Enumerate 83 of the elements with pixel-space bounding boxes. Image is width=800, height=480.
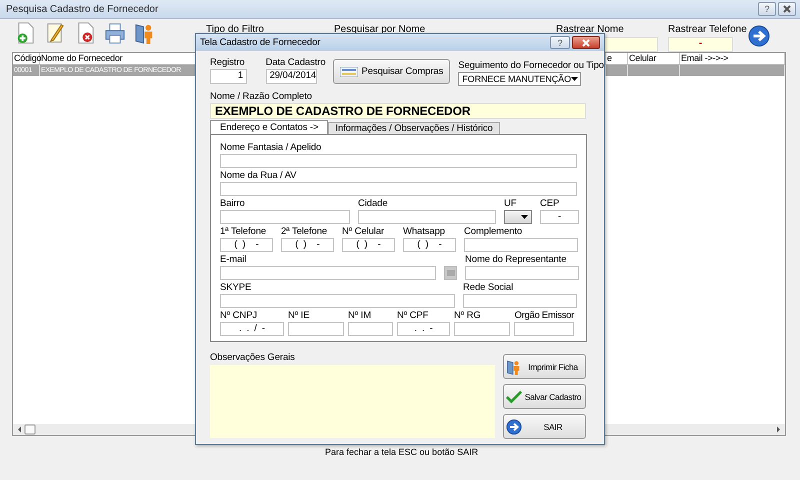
input-field[interactable]	[463, 294, 577, 308]
filter-label: Rastrear Nome	[556, 24, 625, 35]
field-label: Rede Social	[463, 282, 514, 294]
field-label: E-mail	[220, 254, 248, 266]
name-field[interactable]: EXEMPLO DE CADASTRO DE FORNECEDOR	[210, 103, 586, 119]
field-label: Cidade	[358, 198, 389, 210]
column-header[interactable]: e	[606, 53, 628, 64]
field-label: Nº CNPJ	[220, 310, 258, 322]
field-label: CEP	[540, 198, 560, 210]
save-button[interactable]: Salvar Cadastro	[503, 384, 586, 409]
field-label: Bairro	[220, 198, 246, 210]
state-dropdown[interactable]	[504, 210, 532, 224]
field-label: Whatsapp	[403, 226, 446, 238]
check-icon	[506, 388, 522, 404]
column-header[interactable]: Email ->->->	[680, 53, 785, 64]
card-icon	[340, 66, 358, 76]
printer-icon[interactable]	[104, 22, 126, 44]
close-icon[interactable]	[580, 38, 592, 48]
input-field[interactable]	[358, 210, 496, 224]
field-label: Orgão Emissor	[514, 310, 574, 322]
input-field[interactable]: -	[540, 210, 579, 224]
column-header[interactable]: Celular	[628, 53, 680, 64]
column-header[interactable]: Código	[13, 53, 40, 64]
exit-button[interactable]: SAIR	[503, 414, 586, 439]
search-purchases-button[interactable]: Pesquisar Compras	[332, 59, 450, 84]
field-label: Registro	[210, 57, 245, 68]
field-label: 1ª Telefone	[220, 226, 268, 238]
field-label: Data Cadastro	[266, 57, 326, 68]
field-label: UF	[504, 198, 518, 210]
window-title: Pesquisa Cadastro de Fornecedor	[6, 4, 160, 14]
input-field[interactable]	[454, 322, 510, 336]
input-field[interactable]	[220, 294, 455, 308]
close-button[interactable]	[778, 2, 796, 16]
input-field[interactable]: . . -	[397, 322, 450, 336]
input-field[interactable]	[514, 322, 574, 336]
dropdown-arrow-icon	[521, 215, 528, 219]
table-cell	[628, 65, 680, 76]
tab[interactable]: Endereço e Contatos ->	[210, 120, 328, 134]
field-label: SKYPE	[220, 282, 252, 294]
field-label: Nome da Rua / AV	[220, 170, 298, 182]
arrow-circle-icon	[506, 418, 522, 434]
field-label: Nº IE	[288, 310, 310, 322]
input-field[interactable]: ( ) -	[403, 238, 456, 252]
field-label: Nº CPF	[397, 310, 430, 322]
footer-hint: Para fechar a tela ESC ou botão SAIR	[325, 447, 478, 457]
input-field[interactable]: . . / -	[220, 322, 284, 336]
close-icon[interactable]	[781, 4, 793, 14]
print-button[interactable]: Imprimir Ficha	[503, 354, 586, 379]
tab[interactable]: Informações / Observações / Histórico	[328, 122, 500, 134]
field-label: Nome do Representante	[465, 254, 568, 266]
input-field[interactable]: ( ) -	[342, 238, 395, 252]
filter-label: Tipo do Filtro	[206, 24, 265, 35]
dropdown-arrow-icon	[570, 77, 578, 81]
dialog-title: Tela Cadastro de Fornecedor	[200, 37, 322, 48]
input-field[interactable]	[220, 154, 577, 168]
field-label: Nome Fantasia / Apelido	[220, 142, 322, 154]
input-field[interactable]	[220, 182, 577, 196]
input-field[interactable]	[465, 266, 579, 280]
field-label: Nº Celular	[342, 226, 386, 238]
input-field[interactable]: -	[668, 37, 733, 52]
go-button[interactable]	[748, 25, 770, 47]
input-field[interactable]	[464, 238, 578, 252]
date-field[interactable]: 29/04/2014	[266, 69, 317, 84]
person-icon	[506, 358, 522, 374]
input-field[interactable]: ( ) -	[281, 238, 334, 252]
filter-label: Pesquisar por Nome	[334, 24, 426, 35]
table-cell	[606, 65, 628, 76]
input-field[interactable]	[220, 210, 350, 224]
input-field[interactable]: ( ) -	[220, 238, 273, 252]
type-dropdown[interactable]: FORNECE MANUTENÇÃO	[458, 72, 582, 86]
input-field[interactable]: 1	[210, 69, 247, 84]
help-button[interactable]: ?	[758, 2, 776, 16]
close-button[interactable]	[572, 36, 600, 49]
field-label: Nome / Razão Completo	[210, 91, 313, 103]
field-label: Nº RG	[454, 310, 482, 322]
input-field[interactable]	[288, 322, 344, 336]
input-field[interactable]	[348, 322, 393, 336]
field-label: Nº IM	[348, 310, 372, 322]
help-button[interactable]: ?	[550, 36, 570, 49]
input-field[interactable]	[220, 266, 436, 280]
field-label: Complemento	[464, 226, 524, 238]
field-label: Observações Gerais	[210, 352, 296, 364]
field-label: 2ª Telefone	[281, 226, 328, 238]
